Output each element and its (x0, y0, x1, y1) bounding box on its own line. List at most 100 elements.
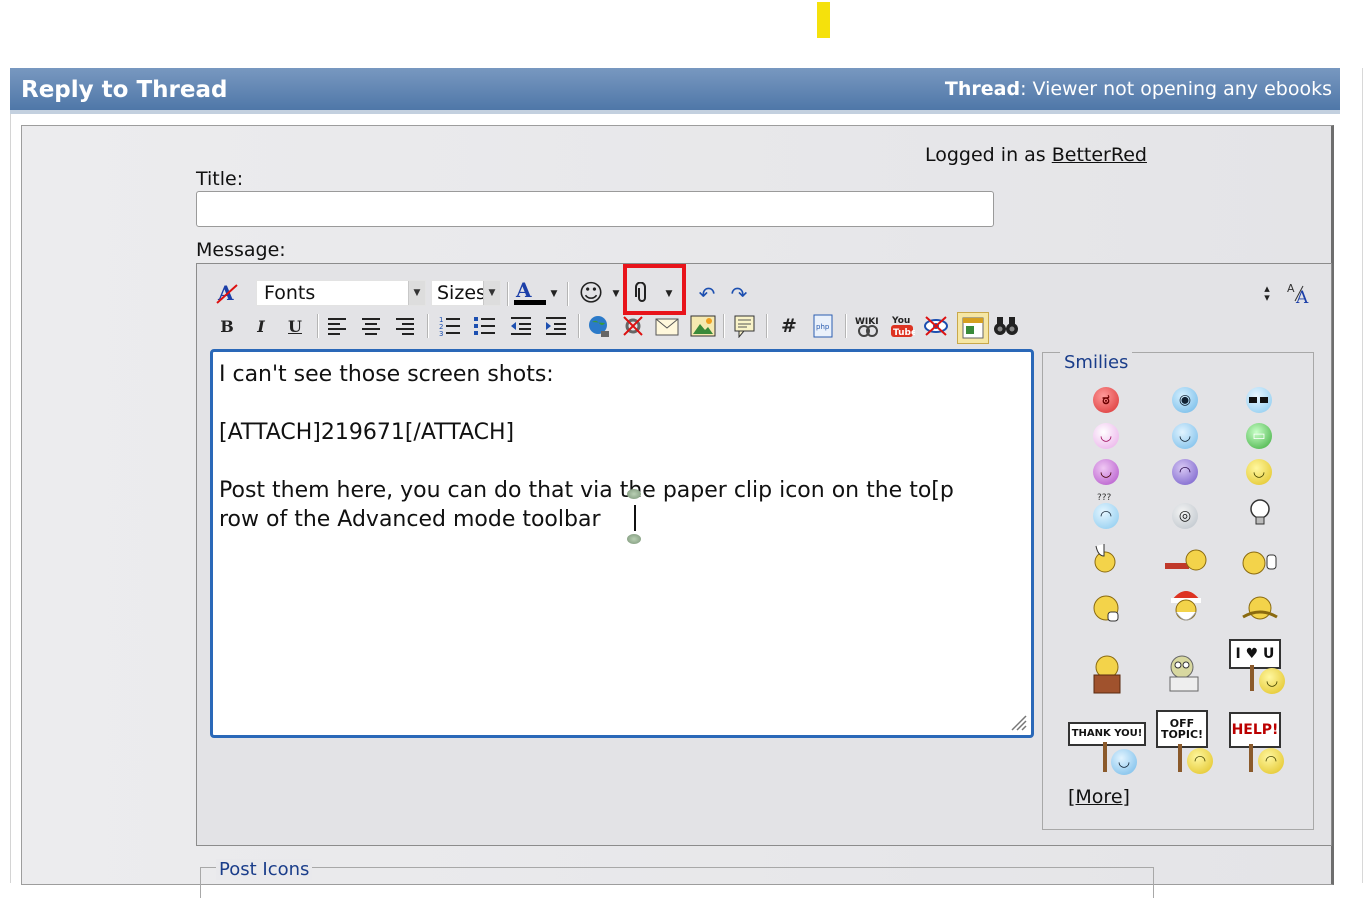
logged-in-info: Logged in as BetterRed (925, 144, 1147, 166)
align-center-icon[interactable] (358, 313, 384, 339)
thank-you-sign[interactable]: THANK YOU! (1068, 722, 1146, 746)
dizzy-smiley-icon[interactable]: ◉ (1172, 387, 1198, 413)
bold-icon[interactable]: B (214, 313, 240, 339)
toolbar-separator (723, 314, 725, 338)
code-hash-icon[interactable]: # (776, 313, 802, 339)
mad-smiley-icon[interactable]: ಠ (1093, 387, 1119, 413)
selection-handle-top[interactable] (627, 489, 641, 499)
indent-icon[interactable] (543, 313, 569, 339)
message-textarea[interactable]: I can't see those screen shots: [ATTACH]… (210, 349, 1034, 738)
toolbar-separator (567, 282, 569, 306)
ordered-list-icon[interactable]: 123 (437, 313, 463, 339)
svg-text:WIKI: WIKI (855, 317, 879, 327)
reading-smiley-icon[interactable] (1088, 653, 1126, 695)
santa-smiley-icon[interactable] (1166, 584, 1206, 628)
smile-smiley-icon[interactable]: ◡ (1172, 423, 1198, 449)
align-right-icon[interactable] (392, 313, 418, 339)
grin-smiley-icon[interactable]: ▭ (1246, 423, 1272, 449)
sign-holder-smiley-icon: ◡ (1111, 749, 1137, 775)
laugh-smiley-icon[interactable]: ◡ (1093, 459, 1119, 485)
message-line: [ATTACH]219671[/ATTACH] (219, 420, 515, 445)
off-topic-sign[interactable]: OFF TOPIC! (1156, 710, 1208, 748)
youtube-icon[interactable]: You Tube (889, 313, 915, 339)
toolbar-separator (507, 282, 509, 306)
toggle-source-icon[interactable] (957, 312, 989, 344)
svg-text:You: You (891, 316, 910, 326)
svg-text:Tube: Tube (893, 328, 915, 338)
outdent-icon[interactable] (508, 313, 534, 339)
email-link-icon[interactable] (655, 313, 681, 339)
toolbar-separator (845, 314, 847, 338)
find-binoculars-icon[interactable] (993, 313, 1019, 339)
title-input[interactable] (196, 191, 994, 227)
selection-handle-bottom[interactable] (627, 534, 641, 544)
switch-editor-mode-icon[interactable]: AA (1286, 280, 1316, 306)
hug-smiley-icon[interactable] (1239, 591, 1281, 625)
zombie-reading-icon[interactable] (1164, 653, 1204, 695)
logged-in-prefix: Logged in as (925, 144, 1052, 166)
redo-icon[interactable]: ↷ (726, 281, 752, 307)
align-left-icon[interactable] (324, 313, 350, 339)
sign-pole (1249, 744, 1253, 772)
i-love-u-sign[interactable]: I ♥ U (1229, 639, 1281, 669)
tongue-smiley-icon[interactable]: ◡ (1093, 423, 1119, 449)
shocked-smiley-icon[interactable]: ◎ (1172, 503, 1198, 529)
reply-header: Reply to Thread Thread: Viewer not openi… (10, 68, 1340, 114)
quote-icon[interactable] (732, 313, 758, 339)
sad-smiley-icon[interactable]: ◠ (1172, 459, 1198, 485)
smilies-legend: Smilies (1060, 352, 1133, 373)
spoiler-hide-icon[interactable] (923, 313, 949, 339)
wave-smiley-icon[interactable] (1088, 540, 1122, 574)
sign-holder-smiley-icon: ◠ (1258, 748, 1284, 774)
sign-holder-smiley-icon: ◡ (1259, 668, 1285, 694)
sign-pole (1178, 744, 1182, 772)
svg-text:A: A (515, 278, 532, 302)
page-title: Reply to Thread (21, 77, 228, 103)
confused-smiley-icon[interactable]: ◠ (1093, 503, 1119, 529)
underline-icon[interactable]: U (282, 313, 308, 339)
idea-bulb-icon[interactable] (1246, 497, 1274, 529)
toolbar-separator (317, 314, 319, 338)
resize-grip-icon[interactable] (1009, 713, 1027, 731)
message-line: Post them here, you can do that via the … (219, 478, 954, 503)
username-link[interactable]: BetterRed (1052, 144, 1147, 166)
chevron-down-icon[interactable]: ▼ (546, 281, 562, 307)
thread-info: Thread: Viewer not opening any ebooks (945, 78, 1332, 100)
font-select[interactable]: Fonts ▼ (256, 280, 426, 306)
help-sign[interactable]: HELP! (1229, 712, 1281, 748)
svg-text:3: 3 (439, 330, 443, 336)
post-icons-legend: Post Icons (216, 859, 313, 880)
sign-pole (1250, 665, 1254, 691)
cool-smiley-icon[interactable] (1246, 387, 1272, 413)
sign-pole (1103, 742, 1107, 772)
php-icon[interactable]: php (810, 313, 836, 339)
bow-smiley-icon[interactable] (1164, 545, 1208, 575)
wink-smiley-icon[interactable]: ◡ (1246, 459, 1272, 485)
toolbar-separator (766, 314, 768, 338)
remove-format-icon[interactable]: A (214, 280, 240, 306)
sign-holder-smiley-icon: ◠ (1187, 748, 1213, 774)
more-smilies: [More] (1068, 786, 1130, 808)
size-select[interactable]: Sizes ▼ (431, 280, 501, 306)
highlight-box (623, 264, 686, 315)
scrollbar-track[interactable] (1362, 68, 1372, 883)
smiley-icon[interactable]: ☺ (578, 279, 604, 307)
insert-link-icon[interactable] (586, 313, 612, 339)
remove-link-icon[interactable] (620, 313, 646, 339)
confused-smiley-label: ??? (1097, 493, 1112, 503)
thumbs-up-smiley-icon[interactable] (1240, 545, 1280, 577)
insert-image-icon[interactable] (690, 313, 716, 339)
yellow-marker (817, 2, 830, 38)
message-line: I can't see those screen shots: (219, 362, 554, 387)
thinking-smiley-icon[interactable] (1089, 591, 1125, 627)
thread-label: Thread (944, 78, 1021, 100)
resize-editor-icon[interactable]: ▴ ▾ (1254, 280, 1280, 306)
unordered-list-icon[interactable] (472, 313, 498, 339)
wiki-icon[interactable]: WIKI (854, 313, 880, 339)
italic-icon[interactable]: I (248, 313, 274, 339)
font-color-icon[interactable]: A (514, 278, 548, 305)
more-smilies-link[interactable]: [More] (1068, 786, 1130, 808)
undo-icon[interactable]: ↶ (694, 281, 720, 307)
chevron-down-icon[interactable]: ▼ (608, 281, 624, 307)
toolbar-separator (427, 314, 429, 338)
